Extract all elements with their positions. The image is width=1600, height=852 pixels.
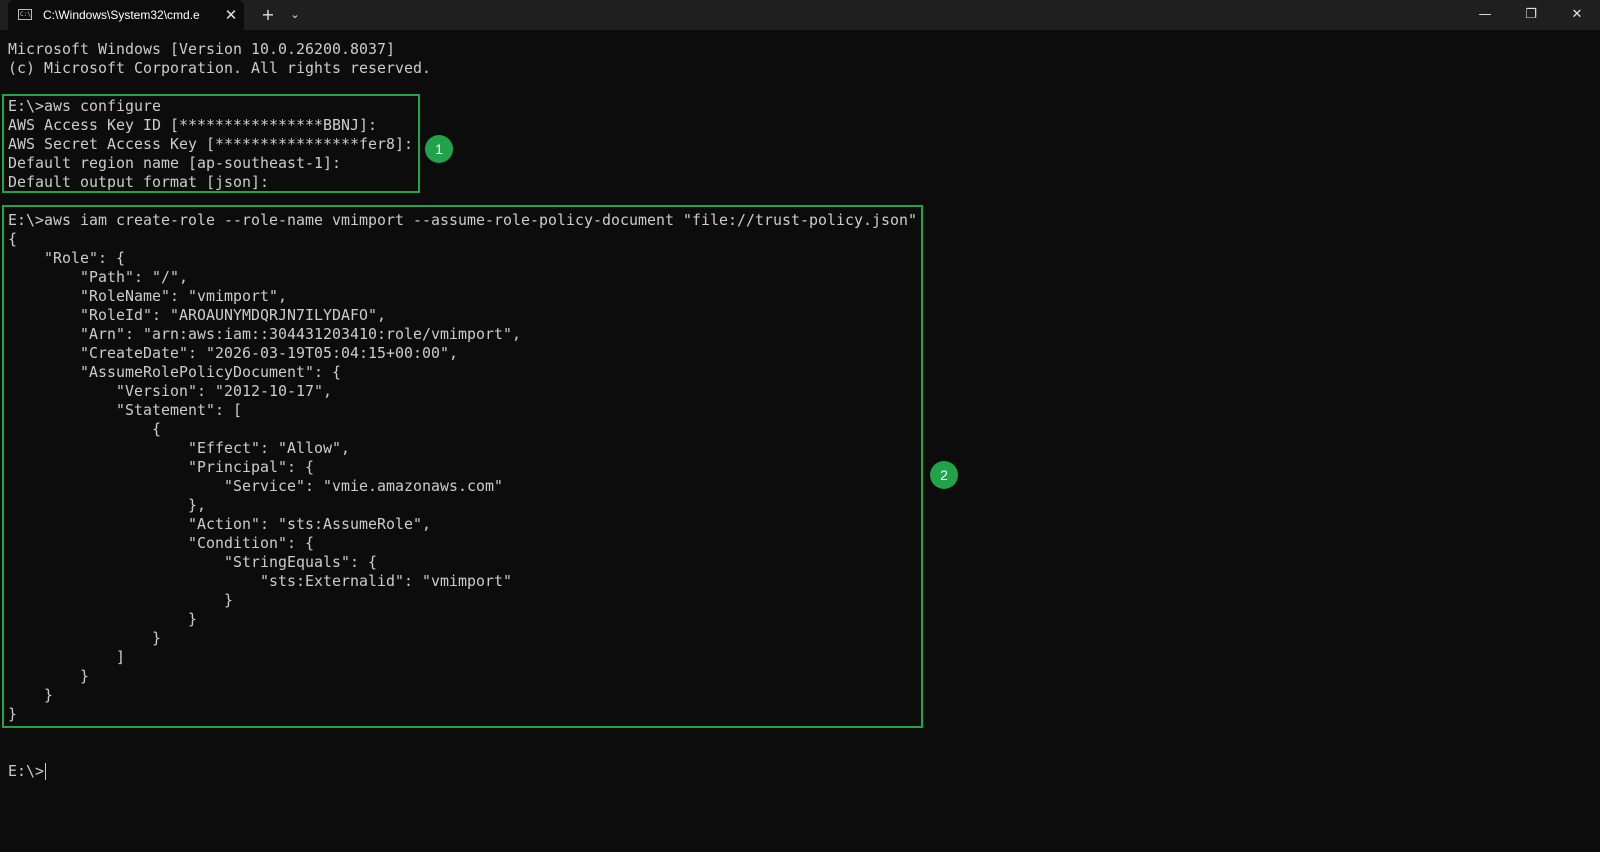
cmd-icon: C:\ [18, 9, 32, 20]
annotation-box-2 [2, 205, 923, 728]
close-window-button[interactable]: ✕ [1554, 0, 1600, 30]
annotation-box-1 [2, 94, 420, 193]
annotation-badge-1: 1 [425, 135, 453, 163]
close-tab-icon[interactable]: ✕ [221, 5, 241, 25]
maximize-button[interactable]: ❐ [1508, 0, 1554, 30]
chevron-down-icon[interactable]: ⌄ [285, 0, 305, 30]
annotation-badge-2: 2 [930, 461, 958, 489]
terminal-tab[interactable]: C:\ C:\Windows\System32\cmd.e ✕ [8, 0, 244, 30]
terminal-line: Microsoft Windows [Version 10.0.26200.80… [8, 40, 395, 58]
terminal-line: E:\> [8, 762, 44, 780]
title-bar: C:\ C:\Windows\System32\cmd.e ✕ + ⌄ — ❐ … [0, 0, 1600, 30]
tab-title: C:\Windows\System32\cmd.e [43, 8, 200, 22]
new-tab-button[interactable]: + [257, 0, 279, 30]
text-cursor [45, 763, 46, 780]
terminal-line: (c) Microsoft Corporation. All rights re… [8, 59, 431, 77]
minimize-button[interactable]: — [1462, 0, 1508, 30]
